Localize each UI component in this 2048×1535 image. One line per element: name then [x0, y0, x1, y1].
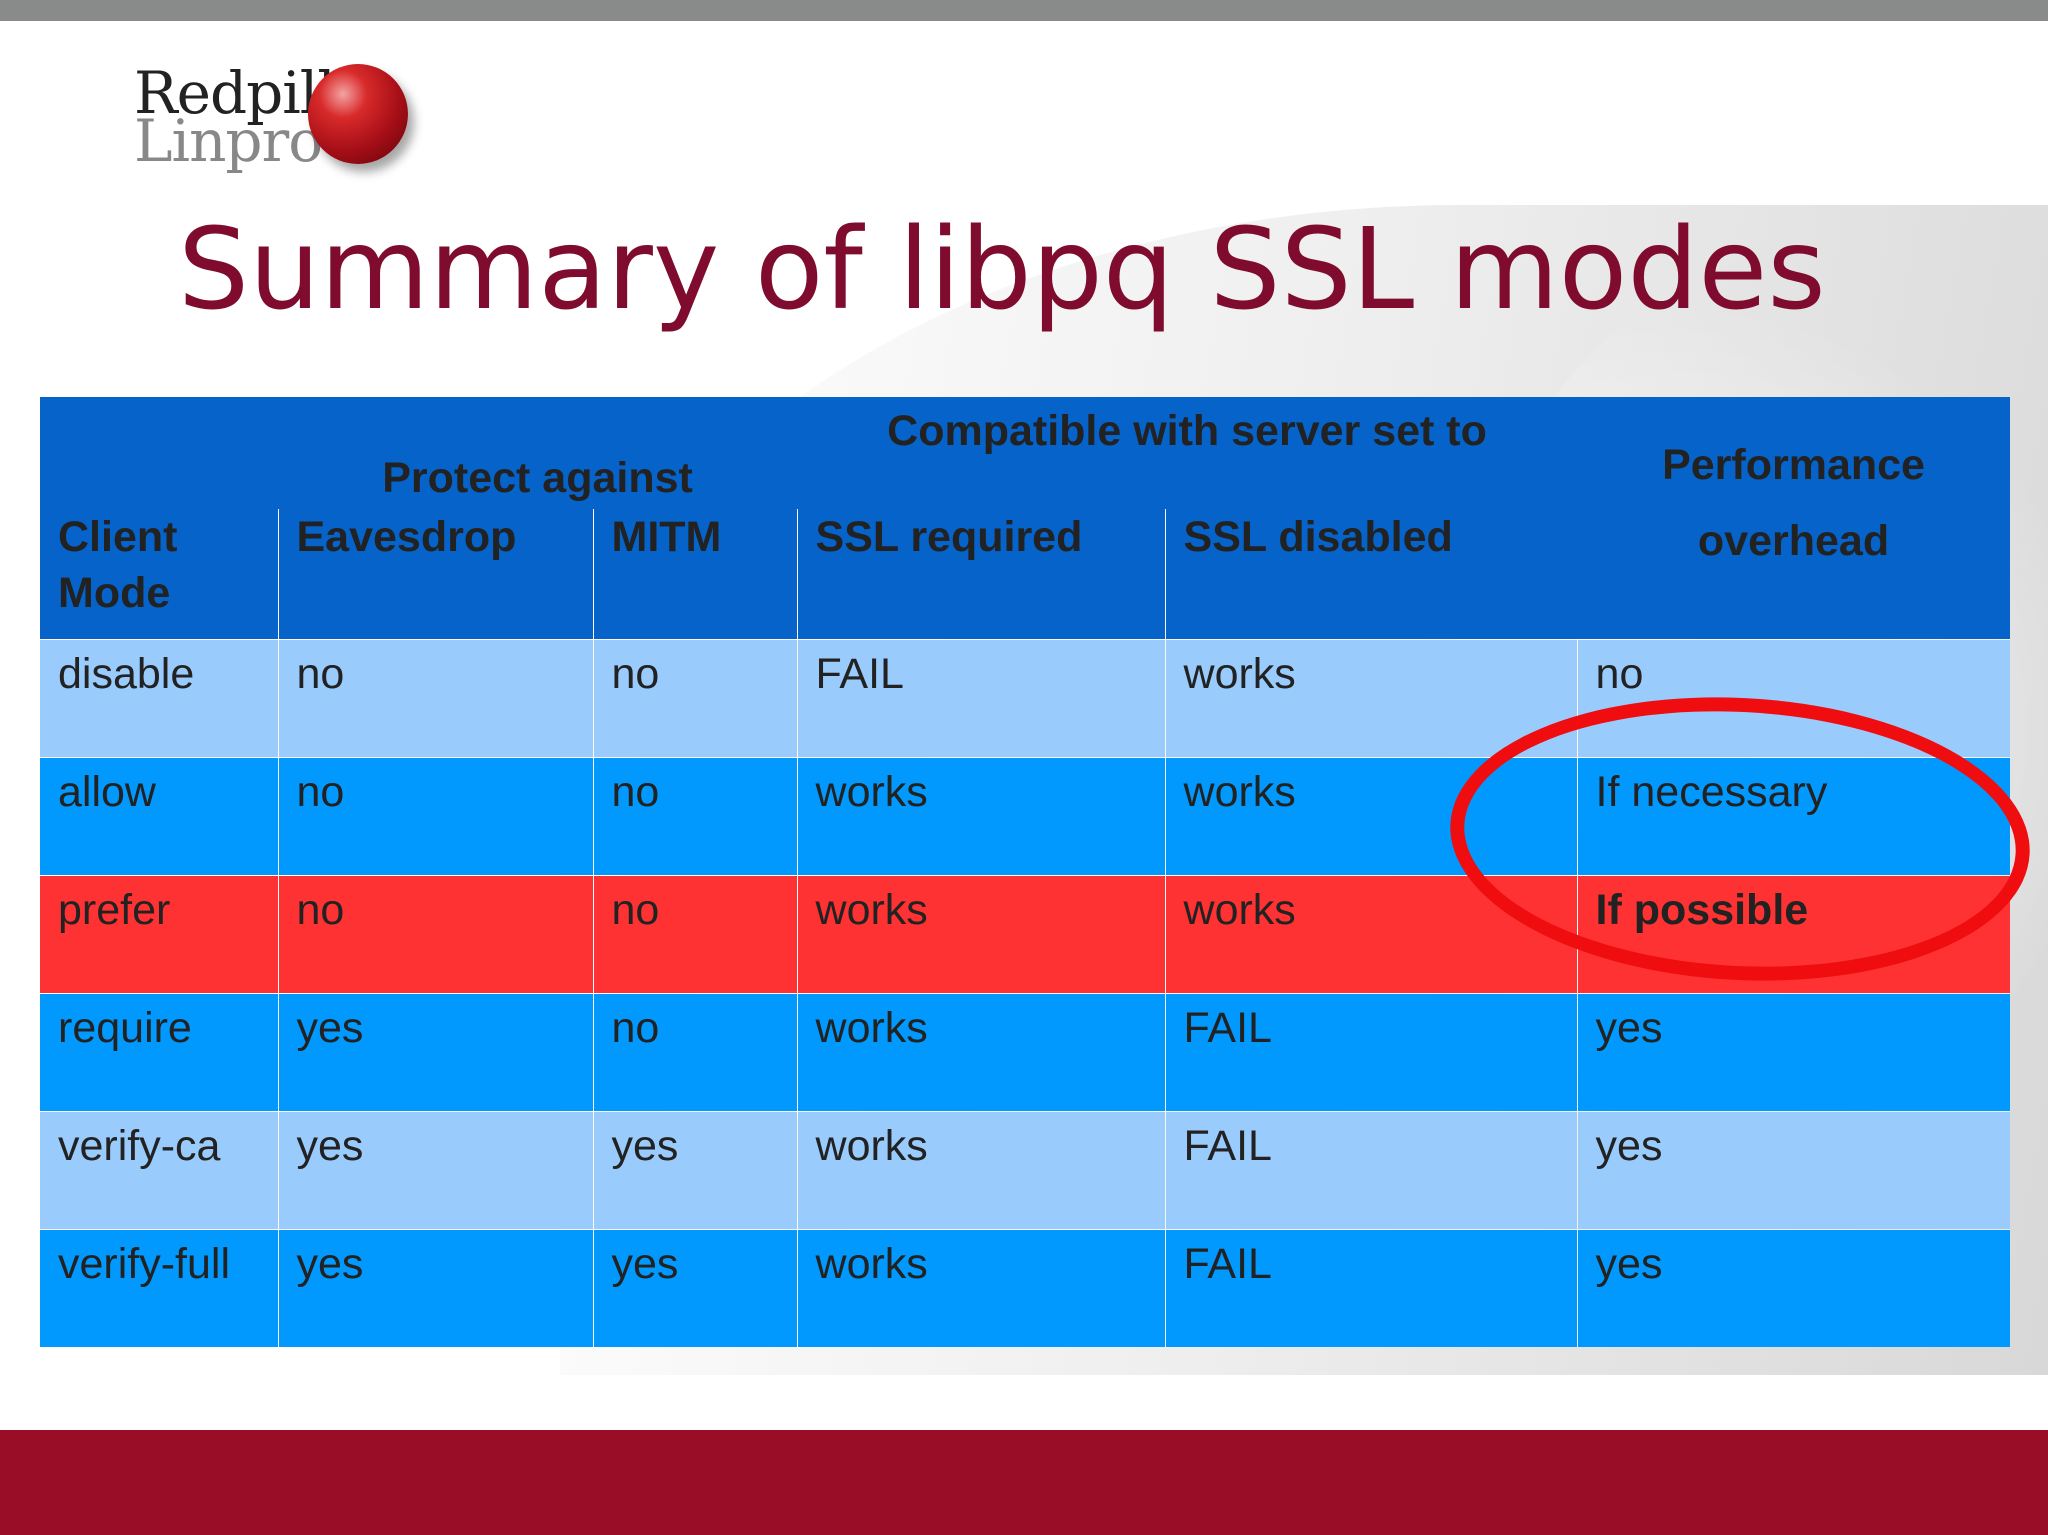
cell-ssl-required: FAIL — [796, 639, 1166, 758]
header-performance-overhead: Performance overhead — [1577, 397, 2011, 640]
cell-mitm: no — [592, 757, 798, 876]
cell-mitm: no — [592, 875, 798, 994]
table-row-verify-full: verify-full yes yes works FAIL yes — [40, 1229, 2011, 1347]
cell-eavesdrop: no — [277, 757, 593, 876]
cell-mode: prefer — [40, 875, 278, 994]
header-client-mode-line2: Mode — [58, 569, 171, 617]
header-mitm: MITM — [592, 509, 798, 640]
cell-ssl-required: works — [796, 875, 1166, 994]
cell-ssl-disabled: FAIL — [1164, 993, 1578, 1112]
cell-mitm: yes — [592, 1229, 798, 1347]
cell-mode: allow — [40, 757, 278, 876]
logo-text-linpro: Linpro — [134, 107, 323, 175]
header-performance-line2: overhead — [1697, 517, 1890, 565]
cell-mitm: yes — [592, 1111, 798, 1230]
cell-ssl-required: works — [796, 1111, 1166, 1230]
cell-overhead: yes — [1576, 993, 2011, 1112]
cell-mode: disable — [40, 639, 278, 758]
slide-title: Summary of libpq SSL modes — [178, 205, 1826, 335]
cell-ssl-disabled: FAIL — [1164, 1229, 1578, 1347]
header-performance-line1: Performance — [1662, 441, 1925, 489]
header-compatible-with: Compatible with server set to — [797, 397, 1578, 509]
cell-eavesdrop: yes — [277, 993, 593, 1112]
table-row-verify-ca: verify-ca yes yes works FAIL yes — [40, 1111, 2011, 1230]
bottom-bar — [0, 1430, 2048, 1535]
cell-eavesdrop: no — [277, 875, 593, 994]
header-client-mode: Client Mode — [40, 509, 278, 640]
cell-eavesdrop: yes — [277, 1111, 593, 1230]
cell-overhead: yes — [1576, 1111, 2011, 1230]
cell-eavesdrop: no — [277, 639, 593, 758]
cell-mode: verify-full — [40, 1229, 278, 1347]
cell-overhead: yes — [1576, 1229, 2011, 1347]
top-bar — [0, 0, 2048, 21]
header-protect-against: Protect against — [278, 397, 798, 509]
header-ssl-disabled: SSL disabled — [1164, 509, 1578, 640]
cell-mode: verify-ca — [40, 1111, 278, 1230]
header-compatible-text: Compatible with server set to — [887, 407, 1487, 455]
header-eavesdrop: Eavesdrop — [277, 509, 593, 640]
cell-eavesdrop: yes — [277, 1229, 593, 1347]
cell-mitm: no — [592, 639, 798, 758]
header-empty-cell — [40, 397, 278, 509]
group-header-row: Protect against Compatible with server s… — [40, 397, 2011, 640]
redpill-linpro-logo: Redpill Linpro — [128, 58, 428, 178]
cell-ssl-required: works — [796, 757, 1166, 876]
red-pill-ball-icon — [308, 64, 408, 164]
header-ssl-required: SSL required — [796, 509, 1166, 640]
cell-mitm: no — [592, 993, 798, 1112]
cell-ssl-required: works — [796, 993, 1166, 1112]
header-client-mode-line1: Client — [58, 513, 178, 561]
table-row-require: require yes no works FAIL yes — [40, 993, 2011, 1112]
cell-ssl-disabled: FAIL — [1164, 1111, 1578, 1230]
cell-mode: require — [40, 993, 278, 1112]
cell-ssl-required: works — [796, 1229, 1166, 1347]
